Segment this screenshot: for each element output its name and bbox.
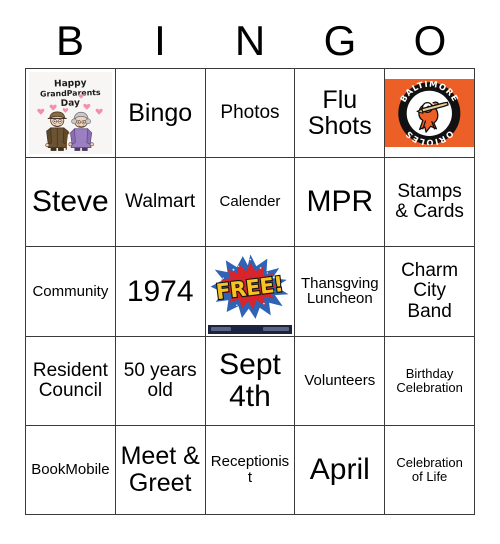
bingo-cell-bookmobile[interactable]: BookMobile <box>26 425 116 515</box>
bingo-cell-label: Flu Shots <box>307 85 372 141</box>
header-letter-o: O <box>413 17 447 64</box>
bingo-cell-birthday-celebration[interactable]: Birthday Celebration <box>385 336 475 426</box>
bingo-cell-celebration-of-life[interactable]: Celebration of Life <box>385 425 475 515</box>
bingo-cell-thansgving-luncheon[interactable]: Thansgving Luncheon <box>295 247 386 337</box>
bingo-cell-label: Thansgving Luncheon <box>301 274 379 308</box>
free-space-art: FREE! <box>207 249 293 334</box>
bingo-cell-meet-and-greet[interactable]: Meet & Greet <box>115 425 206 515</box>
svg-text:Day: Day <box>61 98 81 109</box>
bingo-cell-label: April <box>309 452 370 486</box>
bingo-cell-label: Walmart <box>125 191 196 213</box>
bingo-cell-stamps-and-cards[interactable]: Stamps & Cards <box>385 158 475 248</box>
bingo-cell-free-space-image[interactable]: FREE! <box>205 247 296 337</box>
bingo-cell-label: Community <box>32 282 109 300</box>
bingo-cell-label: Calender <box>219 193 281 211</box>
bingo-cell-walmart[interactable]: Walmart <box>115 158 206 248</box>
bingo-cell-mpr[interactable]: MPR <box>295 158 386 248</box>
bingo-grid: Happy GrandParents Day Bingo Photos Flu … <box>25 68 475 515</box>
free-burst-graphic: FREE! <box>207 249 293 324</box>
bingo-cell-label: Stamps & Cards <box>395 181 464 223</box>
bingo-cell-label: Receptionist <box>210 453 290 486</box>
baltimore-orioles-art: BALTIMORE ORIOLES <box>385 78 474 148</box>
bingo-cell-50-years-old[interactable]: 50 years old <box>115 336 206 426</box>
bingo-cell-label: Resident Council <box>32 359 108 401</box>
header-letter-n: N <box>234 17 266 64</box>
bingo-cell-label: Sept 4th <box>219 347 281 413</box>
bingo-cell-label: 50 years old <box>123 359 197 401</box>
bingo-cell-sept-4th[interactable]: Sept 4th <box>205 336 296 426</box>
bingo-header: B I N G O <box>25 14 475 68</box>
bingo-cell-label: Volunteers <box>304 371 376 389</box>
bingo-cell-volunteers[interactable]: Volunteers <box>295 336 386 426</box>
bingo-cell-1974[interactable]: 1974 <box>115 247 206 337</box>
footer-chip-right <box>263 327 290 332</box>
bingo-cell-resident-council[interactable]: Resident Council <box>26 336 116 426</box>
bingo-cell-calender[interactable]: Calender <box>205 158 296 248</box>
bingo-cell-label: Charm City Band <box>401 260 459 322</box>
bingo-cell-baltimore-orioles-logo[interactable]: BALTIMORE ORIOLES <box>385 69 475 159</box>
bingo-cell-label: Meet & Greet <box>120 442 200 497</box>
bingo-cell-photos[interactable]: Photos <box>205 69 296 159</box>
bingo-cell-label: Steve <box>32 185 109 219</box>
bingo-cell-label: Bingo <box>128 98 193 127</box>
bingo-cell-steve[interactable]: Steve <box>26 158 116 248</box>
footer-chip-left <box>210 327 231 332</box>
svg-text:GrandParents: GrandParents <box>40 88 101 99</box>
bingo-cell-flu-shots[interactable]: Flu Shots <box>295 69 386 159</box>
free-image-footer-bar <box>207 324 293 334</box>
bingo-cell-label: BookMobile <box>31 460 110 478</box>
bingo-cell-community[interactable]: Community <box>26 247 116 337</box>
bingo-cell-label: 1974 <box>126 274 194 308</box>
bingo-cell-label: Birthday Celebration <box>396 365 463 395</box>
happy-grandparents-day-art: Happy GrandParents Day <box>29 72 112 155</box>
header-letter-g: G <box>323 17 357 64</box>
header-letter-b: B <box>55 17 84 64</box>
bingo-cell-label: Photos <box>220 102 280 124</box>
bingo-cell-happy-grandparents-day-image[interactable]: Happy GrandParents Day <box>26 69 116 159</box>
bingo-cell-label: MPR <box>306 185 374 219</box>
bingo-card: B I N G O Happy GrandParents Day Bingo P… <box>0 0 500 544</box>
header-letter-i: I <box>154 17 166 64</box>
bingo-cell-label: Celebration of Life <box>396 455 463 484</box>
bingo-cell-april[interactable]: April <box>295 425 386 515</box>
bingo-cell-receptionist[interactable]: Receptionist <box>205 425 296 515</box>
bingo-cell-charm-city-band[interactable]: Charm City Band <box>385 247 475 337</box>
bingo-cell-bingo[interactable]: Bingo <box>115 69 206 159</box>
